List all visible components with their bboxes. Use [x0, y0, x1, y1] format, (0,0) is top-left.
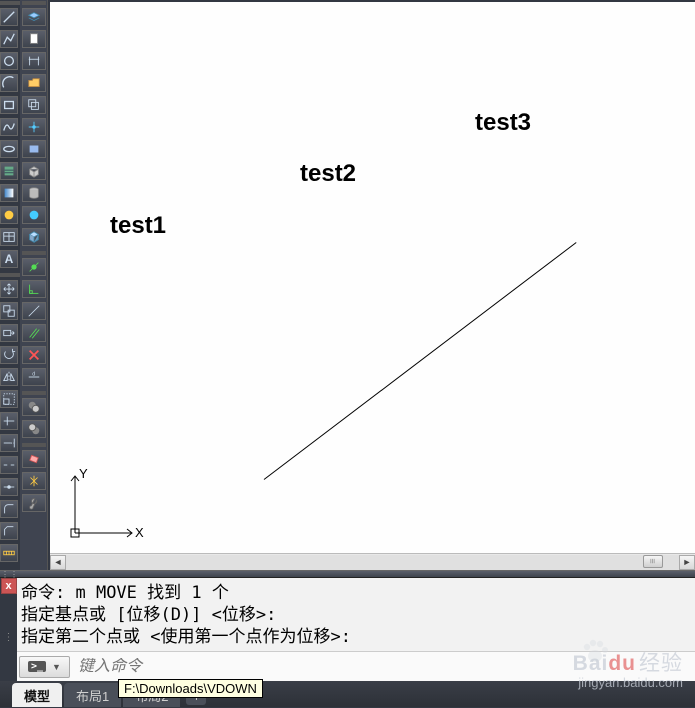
- close-command-panel-button[interactable]: x: [1, 578, 17, 594]
- scroll-right-arrow[interactable]: ►: [679, 555, 695, 570]
- text-label-1[interactable]: test1: [110, 212, 166, 240]
- dimension-icon[interactable]: [22, 52, 46, 70]
- new-icon[interactable]: [22, 30, 46, 48]
- circle-icon[interactable]: [0, 52, 18, 70]
- constraint-line-icon[interactable]: [22, 302, 46, 320]
- constraint-point-icon[interactable]: [22, 258, 46, 276]
- join-icon[interactable]: [0, 478, 18, 496]
- text-label-3[interactable]: test3: [475, 109, 531, 137]
- scale-icon[interactable]: [0, 390, 18, 408]
- cylinder-icon[interactable]: [22, 184, 46, 202]
- line-entity[interactable]: [264, 242, 577, 480]
- command-line: 指定基点或 [位移(D)] <位移>:: [21, 604, 691, 626]
- 3d-icon[interactable]: [22, 228, 46, 246]
- command-side-handle[interactable]: x ⋮: [0, 578, 17, 681]
- toolbar-left-1: A: [0, 0, 20, 570]
- text-label-2[interactable]: test2: [300, 160, 356, 188]
- ucs-y-label: Y: [79, 468, 88, 481]
- region-icon[interactable]: [0, 206, 18, 224]
- toolbar-grip[interactable]: [22, 391, 46, 395]
- toolbar-grip[interactable]: [0, 1, 20, 5]
- toolbar-grip[interactable]: [22, 251, 46, 255]
- erase-icon[interactable]: [22, 450, 46, 468]
- scroll-track[interactable]: [66, 555, 679, 570]
- copy-icon[interactable]: [0, 302, 18, 320]
- table-icon[interactable]: [0, 228, 18, 246]
- polyline-icon[interactable]: [0, 30, 18, 48]
- rotate-icon[interactable]: [0, 346, 18, 364]
- toolbar-grip[interactable]: [22, 1, 46, 5]
- ucs-icon: X Y: [62, 468, 144, 548]
- draworder-icon[interactable]: [22, 398, 46, 416]
- box-icon[interactable]: [22, 162, 46, 180]
- horizontal-scrollbar[interactable]: ◄ ►: [50, 553, 695, 570]
- terminal-icon: >_: [28, 661, 46, 672]
- draworder-back-icon[interactable]: [22, 420, 46, 438]
- spline-icon[interactable]: [0, 118, 18, 136]
- point-icon[interactable]: [22, 118, 46, 136]
- offset-icon[interactable]: [22, 96, 46, 114]
- constraint-delete-icon[interactable]: [22, 346, 46, 364]
- tooltip: F:\Downloads\VDOWN: [118, 679, 263, 698]
- hatch-icon[interactable]: [0, 162, 18, 180]
- move-icon[interactable]: [0, 280, 18, 298]
- toolbar-grip[interactable]: [22, 443, 46, 447]
- explode-icon[interactable]: [22, 472, 46, 490]
- layer-icon[interactable]: [22, 8, 46, 26]
- render-icon[interactable]: [22, 206, 46, 224]
- wrench-icon[interactable]: [22, 494, 46, 512]
- trim-icon[interactable]: [0, 412, 18, 430]
- chevron-down-icon: ▼: [52, 662, 61, 672]
- panel-divider[interactable]: ⋮⋮: [0, 570, 695, 578]
- open-icon[interactable]: [22, 74, 46, 92]
- mirror-icon[interactable]: [0, 368, 18, 386]
- arc-icon[interactable]: [0, 74, 18, 92]
- text-icon[interactable]: A: [0, 250, 18, 268]
- rectangle-icon[interactable]: [0, 96, 18, 114]
- stretch-icon[interactable]: [0, 324, 18, 342]
- toolbar-left-2: d: [20, 0, 48, 570]
- svg-text:d: d: [32, 371, 35, 377]
- scroll-left-arrow[interactable]: ◄: [50, 555, 66, 570]
- measure-icon[interactable]: [0, 544, 18, 562]
- tab-layout1[interactable]: 布局1: [64, 683, 121, 707]
- extend-icon[interactable]: [0, 434, 18, 452]
- command-line: 命令: m MOVE 找到 1 个: [21, 582, 691, 604]
- gradient-icon[interactable]: [0, 184, 18, 202]
- tab-model[interactable]: 模型: [12, 683, 62, 707]
- constraint-parallel-icon[interactable]: [22, 324, 46, 342]
- ucs-x-label: X: [135, 525, 144, 540]
- break-icon[interactable]: [0, 456, 18, 474]
- toolbar-grip[interactable]: [0, 273, 20, 277]
- layout-tabs: 模型 布局1 布局2 + F:\Downloads\VDOWN: [0, 681, 695, 707]
- command-prompt-button[interactable]: >_ ▼: [19, 656, 70, 678]
- constraint-perp-icon[interactable]: [22, 280, 46, 298]
- watermark-paw-icon: [580, 638, 610, 664]
- fillet-icon[interactable]: [0, 500, 18, 518]
- ellipse-icon[interactable]: [0, 140, 18, 158]
- solid-icon[interactable]: [22, 140, 46, 158]
- drawing-canvas[interactable]: test1 test2 test3 X Y ◄ ►: [50, 2, 695, 570]
- chamfer-icon[interactable]: [0, 522, 18, 540]
- scroll-thumb[interactable]: [643, 555, 663, 568]
- dim-length-icon[interactable]: d: [22, 368, 46, 386]
- line-icon[interactable]: [0, 8, 18, 26]
